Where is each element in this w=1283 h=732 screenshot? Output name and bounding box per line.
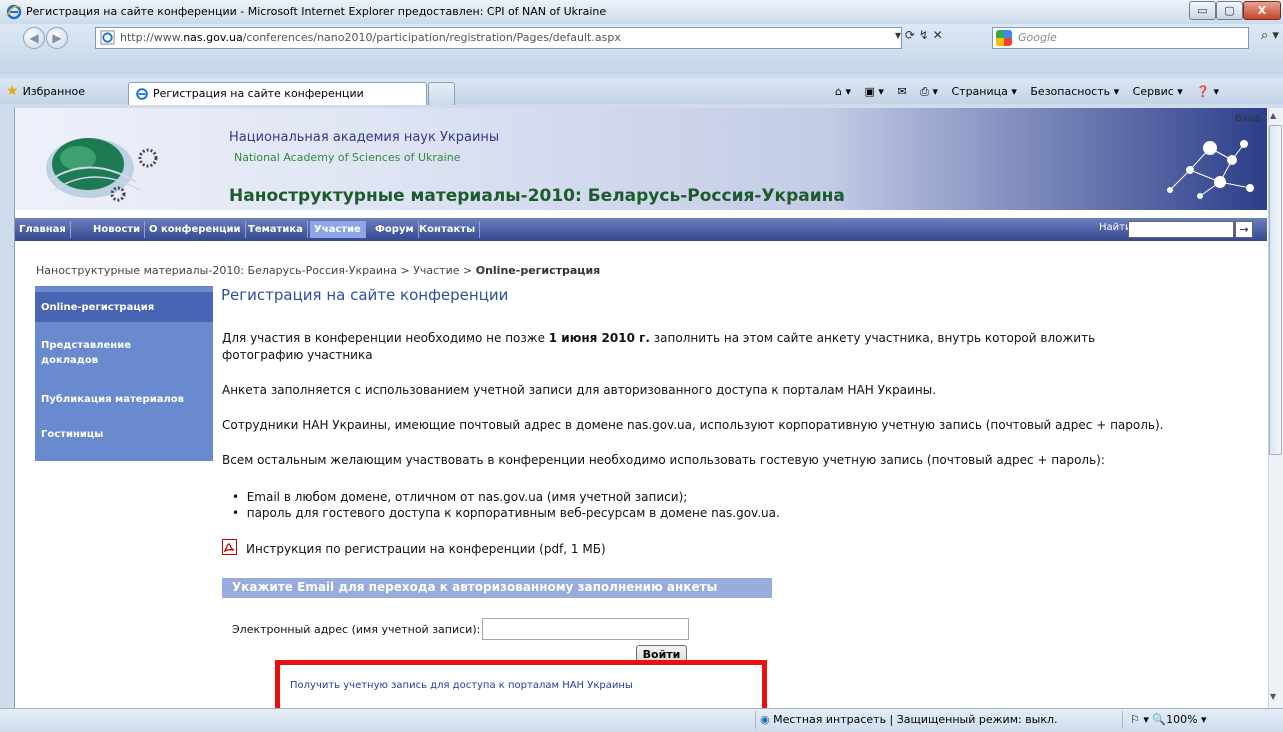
deadline-date: 1 июня 2010 г. xyxy=(548,331,650,345)
back-arrow-icon: ◀ xyxy=(29,31,39,45)
breadcrumb-current: Online-регистрация xyxy=(475,264,601,277)
intro-paragraph: Для участия в конференции необходимо не … xyxy=(222,331,1096,345)
intranet-icon: ◉ xyxy=(760,713,774,726)
nav-item-home[interactable]: Главная xyxy=(15,221,71,238)
tools-menu[interactable]: Сервис ▾ xyxy=(1133,85,1183,98)
pdf-icon xyxy=(222,539,237,555)
breadcrumb-participation[interactable]: Участие xyxy=(413,264,459,277)
page-menu[interactable]: Страница ▾ xyxy=(951,85,1016,98)
nav-item-contacts[interactable]: Контакты xyxy=(415,221,481,238)
ie-logo-icon xyxy=(6,4,22,20)
left-nav-hotels[interactable]: Гостиницы xyxy=(35,427,213,442)
page-title: Регистрация на сайте конференции xyxy=(221,286,509,304)
intro-paragraph-cont: фотографию участника xyxy=(222,348,373,362)
left-nav-reports[interactable]: Представление докладов xyxy=(35,338,165,368)
close-button[interactable]: X xyxy=(1243,1,1281,20)
tab-ie-icon xyxy=(136,88,148,100)
safety-menu[interactable]: Безопасность ▾ xyxy=(1030,85,1119,98)
tab-active[interactable]: Регистрация на сайте конференции xyxy=(128,82,427,105)
left-nav-publication[interactable]: Публикация материалов xyxy=(35,392,213,407)
pdf-instruction-link[interactable]: Инструкция по регистрации на конференции… xyxy=(246,542,606,556)
forward-button[interactable]: ▶ xyxy=(46,27,68,49)
window-title: Регистрация на сайте конференции - Micro… xyxy=(26,5,607,18)
forward-arrow-icon: ▶ xyxy=(52,31,62,45)
new-tab-button[interactable] xyxy=(428,82,455,105)
nav-item-forum[interactable]: Форум xyxy=(371,221,419,238)
mail-icon[interactable]: ✉ xyxy=(897,85,906,98)
search-placeholder: Google xyxy=(1018,31,1057,44)
breadcrumb-root[interactable]: Наноструктурные материалы-2010: Беларусь… xyxy=(36,264,397,277)
email-field[interactable] xyxy=(482,618,689,640)
org-name-ru: Национальная академия наук Украины xyxy=(229,130,500,145)
title-bar: Регистрация на сайте конференции - Micro… xyxy=(0,0,1283,24)
home-icon[interactable]: ⌂ ▾ xyxy=(835,85,851,98)
status-divider xyxy=(1122,711,1123,729)
left-nav-online-registration[interactable]: Online-регистрация xyxy=(35,292,213,322)
google-logo-icon xyxy=(996,30,1012,46)
list-item: • Email в любом домене, отличном от nas.… xyxy=(232,490,688,504)
conference-title: Наноструктурные материалы-2010: Беларусь… xyxy=(229,186,845,206)
breadcrumb: Наноструктурные материалы-2010: Беларусь… xyxy=(36,264,601,277)
favorites-button[interactable]: ★ Избранное xyxy=(6,83,85,99)
feeds-icon[interactable]: ▣ ▾ xyxy=(865,85,884,98)
nav-item-topics[interactable]: Тематика xyxy=(244,221,308,238)
status-bar xyxy=(0,708,1283,732)
globe-logo-icon xyxy=(46,138,158,202)
back-button[interactable]: ◀ xyxy=(23,27,45,49)
close-icon: X xyxy=(1257,4,1267,17)
status-divider xyxy=(755,711,756,729)
scrollbar-thumb[interactable] xyxy=(1269,125,1282,455)
site-nav-bar: Главная Новости О конференции Тематика У… xyxy=(15,218,1267,241)
print-icon[interactable]: ⎙ ▾ xyxy=(920,85,938,98)
maximize-button[interactable]: ▢ xyxy=(1216,1,1243,20)
nav-item-about[interactable]: О конференции xyxy=(145,221,246,238)
minimize-icon: ▭ xyxy=(1197,4,1208,17)
zoom-control[interactable]: ⚐ ▾ 🔍100% ▾ xyxy=(1130,713,1207,726)
command-bar: ⌂ ▾ ▣ ▾ ✉ ⎙ ▾ Страница ▾ Безопасность ▾ … xyxy=(835,85,1229,99)
org-name-en: National Academy of Sciences of Ukraine xyxy=(234,151,461,164)
site-search-input[interactable] xyxy=(1128,221,1234,238)
guest-paragraph: Всем остальным желающим участвовать в ко… xyxy=(222,453,1105,467)
address-tools[interactable]: ▾ ⟳ ↯ ✕ xyxy=(895,28,943,48)
page-ie-icon xyxy=(100,30,115,45)
star-icon: ★ xyxy=(6,83,19,99)
account-paragraph: Анкета заполняется с использованием учет… xyxy=(222,383,937,397)
browser-window: Регистрация на сайте конференции - Micro… xyxy=(0,0,1283,732)
help-icon[interactable]: ❓ ▾ xyxy=(1196,85,1219,98)
site-search-go-icon[interactable]: → xyxy=(1235,221,1253,238)
nav-item-news[interactable]: Новости xyxy=(89,221,146,238)
email-label: Электронный адрес (имя учетной записи): xyxy=(232,623,481,636)
list-item: • пароль для гостевого доступа к корпора… xyxy=(232,506,780,520)
login-link[interactable]: Вход xyxy=(1235,113,1261,124)
find-label: Найти xyxy=(1099,222,1132,233)
nav-item-participation[interactable]: Участие xyxy=(310,221,366,238)
tab-label: Регистрация на сайте конференции xyxy=(153,87,364,100)
molecule-art-icon xyxy=(1167,140,1254,199)
url-text[interactable]: http://www.nas.gov.ua/conferences/nano20… xyxy=(120,31,621,44)
staff-paragraph: Сотрудники НАН Украины, имеющие почтовый… xyxy=(222,418,1164,432)
search-icon[interactable]: ⌕ ▾ xyxy=(1261,28,1279,43)
maximize-icon: ▢ xyxy=(1224,4,1235,17)
form-header: Укажите Email для перехода к авторизован… xyxy=(222,578,772,598)
security-zone[interactable]: ◉ Местная интрасеть | Защищенный режим: … xyxy=(760,713,1058,726)
scroll-up-icon[interactable]: ▲ xyxy=(1270,111,1276,120)
minimize-button[interactable]: ▭ xyxy=(1189,1,1216,20)
scroll-down-icon[interactable]: ▼ xyxy=(1270,692,1276,701)
